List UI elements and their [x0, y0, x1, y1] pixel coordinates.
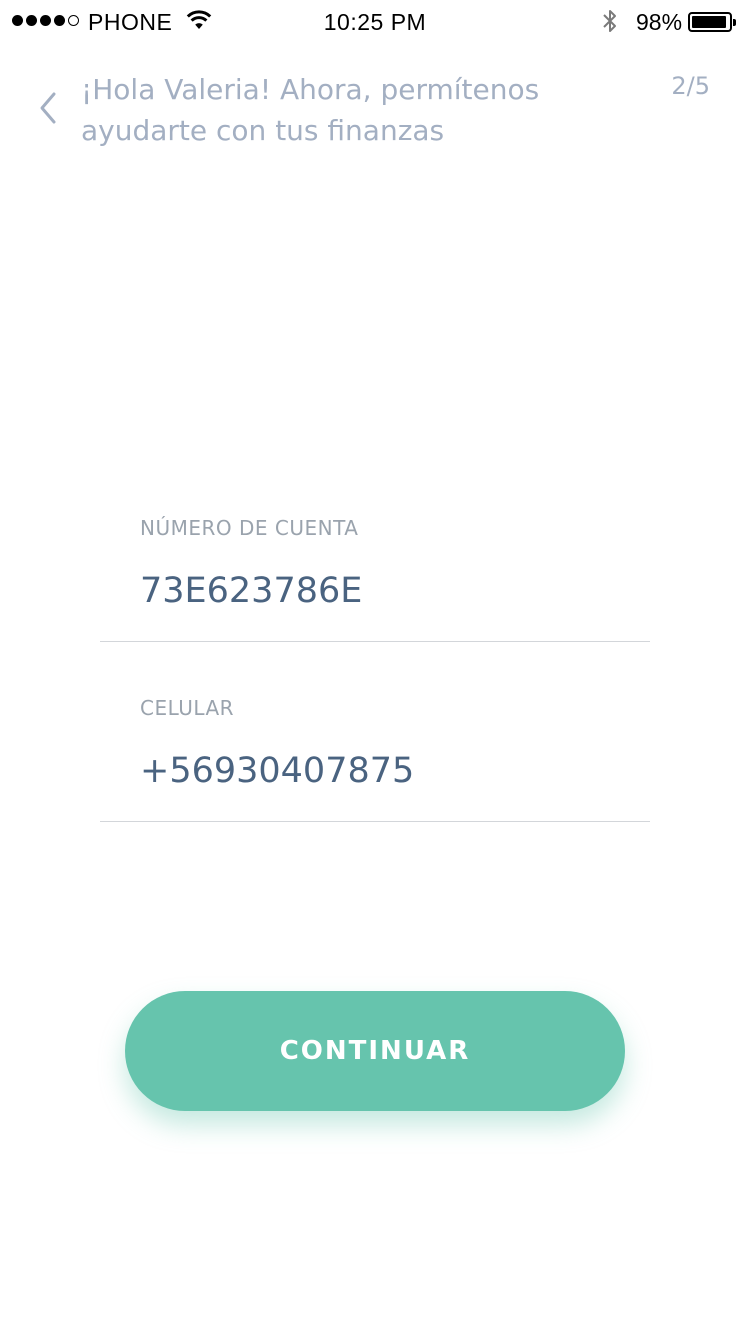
battery-percentage: 98%: [636, 9, 683, 35]
chevron-left-icon: [40, 92, 56, 124]
phone-field: CELULAR: [100, 692, 650, 822]
battery-icon: [688, 12, 736, 32]
continue-button[interactable]: CONTINUAR: [125, 991, 625, 1111]
step-indicator: 2/5: [671, 72, 710, 100]
phone-label: CELULAR: [140, 696, 235, 720]
bluetooth-icon: [603, 10, 616, 32]
status-bar: PHONE 10:25 PM 98%: [0, 0, 750, 42]
account-number-field: NÚMERO DE CUENTA: [100, 512, 650, 642]
page-title: ¡Hola Valeria! Ahora, permítenos ayudart…: [81, 73, 540, 147]
phone-input[interactable]: [140, 746, 640, 796]
account-number-input[interactable]: [140, 566, 640, 616]
back-button[interactable]: [30, 86, 66, 130]
account-number-label: NÚMERO DE CUENTA: [140, 516, 359, 540]
